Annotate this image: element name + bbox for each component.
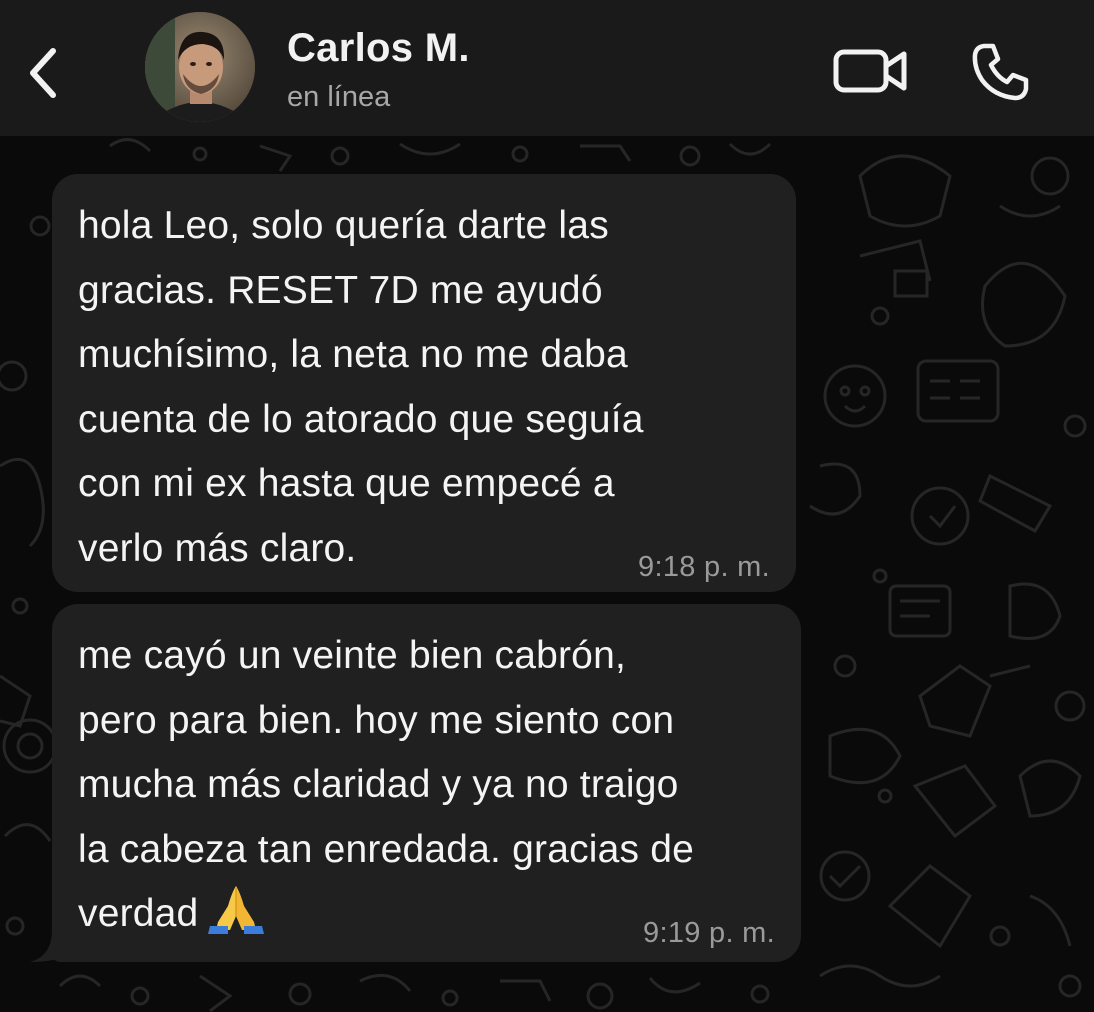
- message-time: 9:19 p. m.: [643, 917, 775, 949]
- back-button[interactable]: [18, 38, 68, 108]
- message-bubble[interactable]: hola Leo, solo quería darte las gracias.…: [52, 174, 796, 592]
- chat-header: Carlos M. en línea: [0, 0, 1094, 136]
- avatar[interactable]: [145, 12, 255, 122]
- chat-screen: Carlos M. en línea hola Leo, solo quería…: [0, 0, 1094, 1012]
- video-camera-icon: [833, 49, 907, 93]
- chevron-left-icon: [30, 48, 56, 98]
- contact-status: en línea: [287, 81, 391, 113]
- message-text: me cayó un veinte bien cabrón, pero para…: [78, 624, 798, 947]
- message-text-content: me cayó un veinte bien cabrón, pero para…: [78, 634, 695, 935]
- video-call-button[interactable]: [830, 40, 914, 102]
- avatar-photo: [145, 12, 255, 122]
- folded-hands-emoji: [208, 886, 265, 934]
- message-time: 9:18 p. m.: [638, 551, 770, 583]
- phone-icon: [972, 43, 1029, 101]
- voice-call-button[interactable]: [966, 36, 1036, 106]
- contact-name[interactable]: Carlos M.: [287, 25, 470, 71]
- message-bubble[interactable]: me cayó un veinte bien cabrón, pero para…: [52, 604, 801, 962]
- message-text: hola Leo, solo quería darte las gracias.…: [78, 204, 644, 570]
